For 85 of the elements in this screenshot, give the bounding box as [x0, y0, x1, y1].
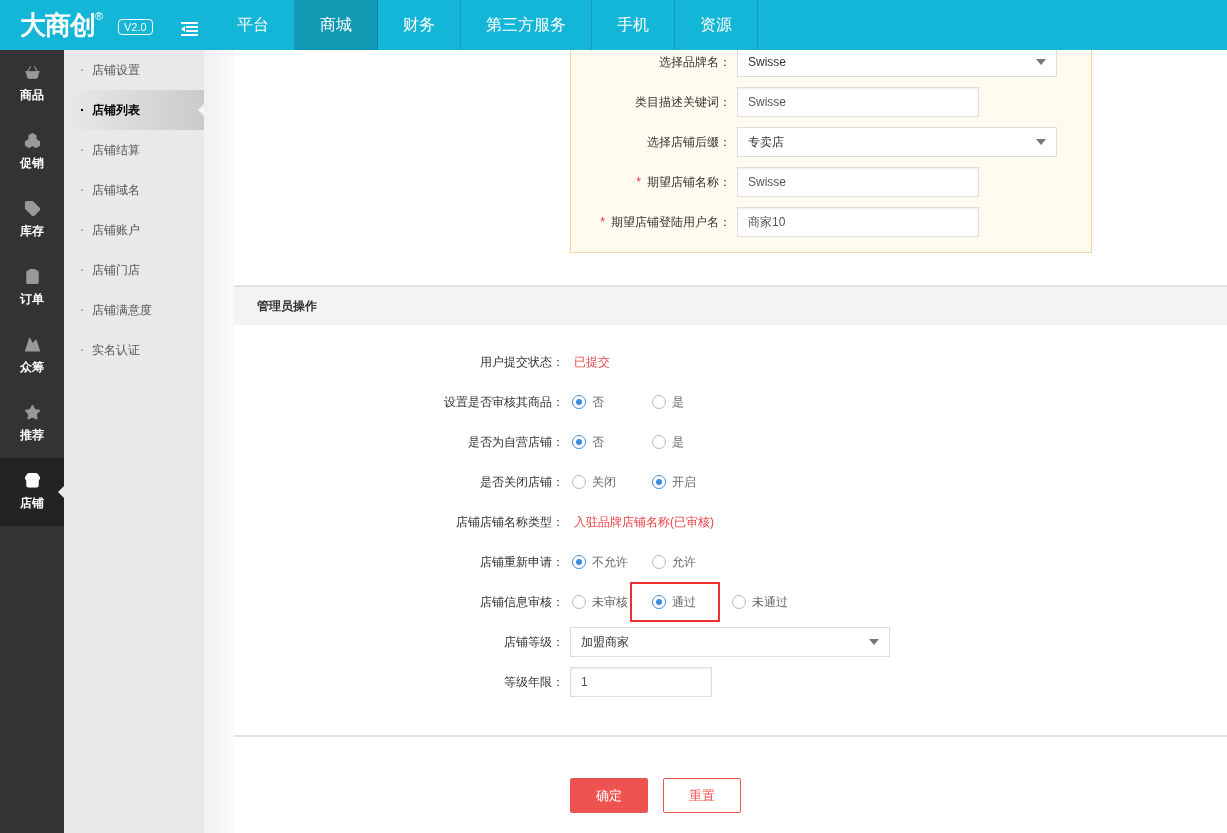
submenu-item[interactable]: 店铺结算 — [64, 130, 204, 170]
registered-mark: ® — [95, 10, 104, 22]
radio-option[interactable]: 关闭 — [570, 473, 650, 491]
radio-button[interactable] — [572, 595, 586, 609]
select-field[interactable]: 加盟商家 — [570, 627, 890, 657]
sidebar-label: 众筹 — [20, 359, 44, 376]
submenu-item[interactable]: 店铺域名 — [64, 170, 204, 210]
status-text: 已提交 — [573, 353, 610, 371]
submenu-item[interactable]: 店铺设置 — [64, 50, 204, 90]
radio-button[interactable] — [572, 555, 586, 569]
field-label: 期望店铺登陆用户名： — [611, 213, 731, 231]
radio-button[interactable] — [652, 555, 666, 569]
logo: 大商创 — [20, 10, 95, 40]
sidebar-item[interactable]: 库存 — [0, 186, 64, 254]
input-field[interactable]: Swisse — [737, 167, 979, 197]
field-label: 店铺重新申请： — [480, 553, 564, 571]
field-label: 选择品牌名： — [659, 53, 731, 71]
sidebar-label: 订单 — [20, 291, 44, 308]
field-label: 是否关闭店铺： — [480, 473, 564, 491]
radio-option[interactable]: 否 — [570, 433, 650, 451]
select-field[interactable]: Swisse — [737, 50, 1057, 77]
submenu-item[interactable]: 店铺门店 — [64, 250, 204, 290]
sidebar-label: 促销 — [20, 155, 44, 172]
tag-icon — [23, 200, 41, 217]
field-label: 用户提交状态： — [480, 353, 564, 371]
radio-option[interactable]: 未通过 — [730, 593, 810, 611]
field-label: 店铺信息审核： — [480, 593, 564, 611]
radio-button[interactable] — [572, 475, 586, 489]
sidebar-item[interactable]: 订单 — [0, 254, 64, 322]
section-title: 管理员操作 — [257, 297, 317, 315]
field-label: 店铺等级： — [504, 633, 564, 651]
required-mark: * — [600, 215, 605, 229]
field-label: 类目描述关键词： — [635, 93, 731, 111]
basket-icon — [23, 64, 41, 81]
radio-option[interactable]: 否 — [570, 393, 650, 411]
caret-icon — [1036, 59, 1046, 65]
required-mark: * — [636, 175, 641, 189]
sidebar-label: 店铺 — [20, 495, 44, 512]
radio-option[interactable]: 开启 — [650, 473, 730, 491]
radio-button[interactable] — [652, 475, 666, 489]
store-icon — [23, 472, 41, 489]
radio-option[interactable]: 是 — [650, 433, 730, 451]
field-label: 选择店铺后缀： — [647, 133, 731, 151]
mountain-icon — [23, 336, 41, 353]
confirm-button[interactable]: 确定 — [570, 778, 648, 813]
radio-button[interactable] — [652, 435, 666, 449]
nav-tab[interactable]: 商城 — [294, 0, 378, 50]
caret-icon — [1036, 139, 1046, 145]
input-field[interactable]: 1 — [570, 667, 712, 697]
radio-option[interactable]: 是 — [650, 393, 730, 411]
radio-option[interactable]: 不允许 — [570, 553, 650, 571]
sidebar-label: 商品 — [20, 87, 44, 104]
caret-icon — [869, 639, 879, 645]
sidebar-label: 推荐 — [20, 427, 44, 444]
version-badge: V2.0 — [118, 19, 153, 35]
radio-button[interactable] — [652, 395, 666, 409]
sidebar-item[interactable]: 商品 — [0, 50, 64, 118]
clipboard-icon — [23, 268, 41, 285]
field-label: 设置是否审核其商品： — [444, 393, 564, 411]
submenu-item[interactable]: 店铺账户 — [64, 210, 204, 250]
field-label: 等级年限： — [504, 673, 564, 691]
sidebar-item[interactable]: 众筹 — [0, 322, 64, 390]
input-field[interactable]: 商家10 — [737, 207, 979, 237]
radio-button[interactable] — [572, 435, 586, 449]
radio-option[interactable]: 允许 — [650, 553, 730, 571]
submenu-item[interactable]: 店铺满意度 — [64, 290, 204, 330]
menu-icon[interactable] — [180, 22, 198, 36]
radio-button[interactable] — [572, 395, 586, 409]
sidebar-item[interactable]: 促销 — [0, 118, 64, 186]
radio-option[interactable]: 通过 — [630, 582, 720, 622]
sidebar-label: 库存 — [20, 223, 44, 240]
sidebar-item[interactable]: 推荐 — [0, 390, 64, 458]
reset-button[interactable]: 重置 — [663, 778, 741, 813]
field-label: 是否为自营店铺： — [468, 433, 564, 451]
submenu-item[interactable]: 实名认证 — [64, 330, 204, 370]
cubes-icon — [23, 132, 41, 149]
radio-button[interactable] — [652, 595, 666, 609]
star-icon — [23, 404, 41, 421]
status-text: 入驻品牌店铺名称(已审核) — [573, 513, 714, 531]
input-field[interactable]: Swisse — [737, 87, 979, 117]
radio-button[interactable] — [732, 595, 746, 609]
select-field[interactable]: 专卖店 — [737, 127, 1057, 157]
field-label: 店铺店铺名称类型： — [456, 513, 564, 531]
sidebar-item[interactable]: 店铺 — [0, 458, 64, 526]
field-label: 期望店铺名称： — [647, 173, 731, 191]
